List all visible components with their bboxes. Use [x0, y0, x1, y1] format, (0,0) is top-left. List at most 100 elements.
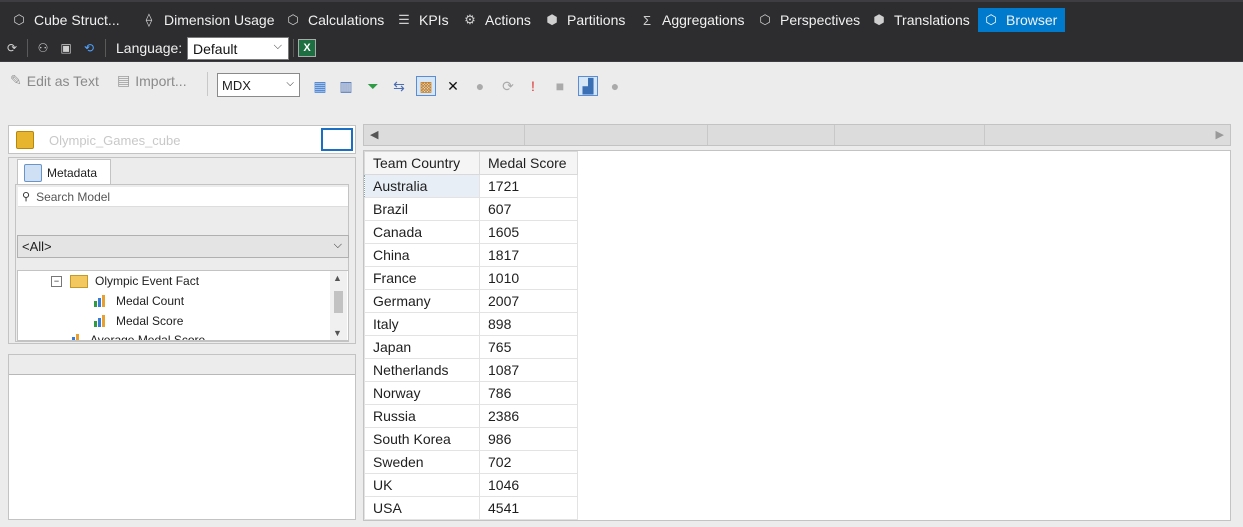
collapse-icon[interactable]: −: [51, 275, 62, 287]
cell-team-country[interactable]: Sweden: [364, 450, 480, 474]
cell-medal-score[interactable]: 2386: [479, 404, 578, 428]
tab-calculations[interactable]: ⬡ Calculations: [284, 8, 384, 32]
table-row: Canada 1605: [364, 220, 578, 244]
tab-label: Browser: [1006, 12, 1058, 28]
tree-scrollbar[interactable]: ▲ ▼: [330, 271, 347, 340]
cell-medal-score[interactable]: 702: [479, 450, 578, 474]
stop-icon[interactable]: ■: [550, 76, 570, 96]
cell-medal-score[interactable]: 786: [479, 381, 578, 405]
scroll-left-icon[interactable]: ◀: [370, 128, 378, 141]
scroll-down-icon[interactable]: ▼: [333, 328, 342, 338]
filter-icon[interactable]: ⏷: [363, 76, 383, 96]
tree-item-label: Medal Score: [116, 314, 184, 328]
cell-team-country[interactable]: UK: [364, 473, 480, 497]
browser-toolbar-dark: ⟳ ⚇ ▣ ⟲ Language: Default ⌵ X: [0, 34, 1243, 62]
cell-medal-score[interactable]: 4541: [479, 496, 578, 520]
cube-browse-button[interactable]: [321, 128, 353, 151]
tab-label: KPIs: [419, 12, 449, 28]
calculator-icon[interactable]: ▥: [336, 76, 356, 96]
cell-medal-score[interactable]: 1010: [479, 266, 578, 290]
column-header-team-country[interactable]: Team Country: [364, 151, 480, 175]
cell-team-country[interactable]: Netherlands: [364, 358, 480, 382]
cell-team-country[interactable]: South Korea: [364, 427, 480, 451]
cell-team-country[interactable]: Germany: [364, 289, 480, 313]
cell-team-country[interactable]: Russia: [364, 404, 480, 428]
tab-dimension-usage[interactable]: ⟠ Dimension Usage: [140, 8, 275, 32]
actions-icon: ⚙: [464, 12, 476, 27]
swap-axes-icon[interactable]: ⇆: [389, 76, 409, 96]
tab-metadata[interactable]: Metadata: [17, 159, 111, 185]
show-empty-cells-icon[interactable]: ▩: [416, 76, 436, 96]
scrollbar-thumb[interactable]: [334, 291, 343, 313]
cell-medal-score[interactable]: 2007: [479, 289, 578, 313]
auto-execute-icon[interactable]: ●: [470, 76, 490, 96]
perspectives-icon: ⬡: [759, 12, 771, 27]
tab-cube-structure[interactable]: ⬡ Cube Struct...: [10, 8, 119, 32]
query-language-select[interactable]: MDX ⌵: [217, 73, 300, 97]
tab-partitions[interactable]: ⬢ Partitions: [543, 8, 625, 32]
search-icon: ⚲: [22, 191, 31, 203]
metadata-panel: Metadata ⚲ Search Model <All> ⌵ − Olympic …: [8, 157, 356, 344]
tab-kpis[interactable]: ☰ KPIs: [395, 8, 449, 32]
language-select[interactable]: Default ⌵: [187, 37, 289, 60]
divider: [984, 125, 985, 145]
tab-translations[interactable]: ⬢ Translations: [870, 8, 969, 32]
cell-medal-score[interactable]: 765: [479, 335, 578, 359]
search-input[interactable]: ⚲ Search Model: [18, 187, 348, 207]
cube-selector[interactable]: Olympic_Games_cube: [8, 125, 356, 154]
tab-perspectives[interactable]: ⬡ Perspectives: [756, 8, 860, 32]
tab-actions[interactable]: ⚙ Actions: [461, 8, 531, 32]
column-header-medal-score[interactable]: Medal Score: [479, 151, 578, 175]
table-row: UK 1046: [364, 473, 578, 497]
measure-group-value: <All>: [22, 239, 52, 254]
cell-team-country[interactable]: Italy: [364, 312, 480, 336]
cell-medal-score[interactable]: 1087: [479, 358, 578, 382]
cell-medal-score[interactable]: 1605: [479, 220, 578, 244]
cell-team-country[interactable]: Japan: [364, 335, 480, 359]
cell-team-country[interactable]: USA: [364, 496, 480, 520]
cell-medal-score[interactable]: 898: [479, 312, 578, 336]
edit-as-text-button[interactable]: ✎ Edit as Text: [10, 72, 99, 89]
tree-folder-label: Olympic Event Fact: [95, 274, 200, 288]
cell-medal-score[interactable]: 1721: [479, 174, 578, 198]
cell-medal-score[interactable]: 607: [479, 197, 578, 221]
tree-item-medal-score[interactable]: Medal Score: [94, 314, 183, 328]
table-row: Australia 1721: [364, 174, 578, 198]
divider: [834, 125, 835, 145]
scroll-up-icon[interactable]: ▲: [333, 273, 342, 283]
add-calculated-member-icon[interactable]: ▦: [310, 76, 330, 96]
tab-browser[interactable]: ⬡ Browser: [978, 8, 1066, 32]
cell-medal-score[interactable]: 1817: [479, 243, 578, 267]
refresh-icon[interactable]: ⟲: [80, 39, 98, 57]
execute-icon[interactable]: !: [523, 76, 543, 96]
tree-item-medal-count[interactable]: Medal Count: [94, 294, 184, 308]
designer-tab-bar: ⬡ Cube Struct... ⟠ Dimension Usage ⬡ Calcul…: [0, 0, 1243, 34]
cell-team-country[interactable]: China: [364, 243, 480, 267]
cell-medal-score[interactable]: 1046: [479, 473, 578, 497]
browser-icon: ⬡: [985, 12, 997, 27]
cell-team-country[interactable]: Brazil: [364, 197, 480, 221]
scroll-right-icon[interactable]: ▶: [1216, 128, 1224, 141]
cell-team-country[interactable]: Canada: [364, 220, 480, 244]
results-grid: Team Country Medal Score Australia 1721 Br…: [363, 150, 1231, 521]
refresh-grid-icon[interactable]: ⟳: [498, 76, 518, 96]
table-row: France 1010: [364, 266, 578, 290]
tree-item-average-medal-score[interactable]: Average Medal Score: [68, 333, 205, 340]
tab-aggregations[interactable]: Σ Aggregations: [638, 8, 745, 32]
measure-group-select[interactable]: <All> ⌵: [17, 235, 349, 258]
clear-icon[interactable]: ✕: [443, 76, 463, 96]
design-mode-icon[interactable]: ▟: [578, 76, 598, 96]
user-icon[interactable]: ⚇: [34, 39, 52, 57]
tree-folder-olympic-event-fact[interactable]: − Olympic Event Fact: [51, 274, 199, 288]
cell-team-country[interactable]: Australia: [364, 174, 480, 198]
cell-medal-score[interactable]: 986: [479, 427, 578, 451]
import-button[interactable]: ▤ Import...: [117, 72, 187, 89]
cell-team-country[interactable]: France: [364, 266, 480, 290]
reconnect-icon[interactable]: ⟳: [3, 39, 21, 57]
query-mode-icon[interactable]: ●: [605, 76, 625, 96]
excel-icon[interactable]: X: [298, 39, 316, 57]
cell-team-country[interactable]: Norway: [364, 381, 480, 405]
perspective-icon[interactable]: ▣: [57, 39, 75, 57]
measure-icon: [94, 295, 108, 307]
divider: [524, 125, 525, 145]
